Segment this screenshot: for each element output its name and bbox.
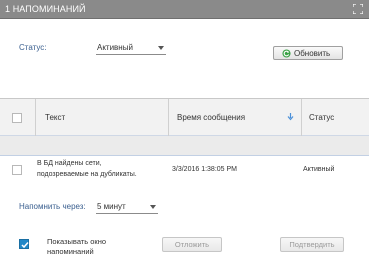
table-row[interactable]: В БД найдены сети, подозреваемые на дубл…: [0, 157, 369, 184]
checkmark-icon: [21, 242, 29, 249]
column-header-status[interactable]: Статус: [309, 113, 334, 122]
show-window-checkbox[interactable]: [19, 239, 29, 249]
column-header-time[interactable]: Время сообщения: [177, 113, 245, 122]
refresh-icon: [282, 49, 291, 58]
maximize-icon[interactable]: [353, 4, 363, 14]
refresh-button[interactable]: Обновить: [273, 46, 343, 60]
column-header-text[interactable]: Текст: [45, 113, 65, 122]
select-all-checkbox[interactable]: [12, 113, 22, 123]
sort-down-arrow-icon[interactable]: [287, 113, 294, 121]
remind-interval-dropdown[interactable]: 5 минут: [96, 201, 158, 214]
row-time: 3/3/2016 1:38:05 PM: [172, 166, 237, 173]
remind-label: Напомнить через:: [19, 202, 86, 211]
table-filter-row[interactable]: [0, 136, 369, 156]
row-status: Активный: [303, 166, 335, 173]
status-dropdown[interactable]: Активный: [96, 42, 166, 55]
row-text-line2: подозреваемые на дубликаты.: [37, 171, 137, 178]
column-divider: [35, 99, 36, 136]
row-checkbox[interactable]: [12, 165, 22, 175]
window-titlebar: 1 НАПОМИНАНИЙ: [0, 0, 369, 19]
window-title: 1 НАПОМИНАНИЙ: [5, 4, 86, 14]
postpone-button[interactable]: Отложить: [162, 237, 222, 252]
status-value: Активный: [97, 43, 133, 52]
refresh-label: Обновить: [294, 49, 331, 58]
table-header: Текст Время сообщения Статус: [0, 99, 369, 136]
column-divider: [301, 99, 302, 136]
confirm-button[interactable]: Подтвердить: [280, 237, 344, 252]
reminders-table: Текст Время сообщения Статус В БД найден…: [0, 98, 369, 184]
column-divider: [168, 99, 169, 136]
chevron-down-icon: [158, 46, 164, 50]
show-window-label: Показывать окно напоминаний: [47, 237, 107, 256]
remind-interval-value: 5 минут: [97, 202, 126, 211]
status-label: Статус:: [19, 43, 47, 52]
row-text-line1: В БД найдены сети,: [37, 160, 102, 167]
chevron-down-icon: [150, 205, 156, 209]
